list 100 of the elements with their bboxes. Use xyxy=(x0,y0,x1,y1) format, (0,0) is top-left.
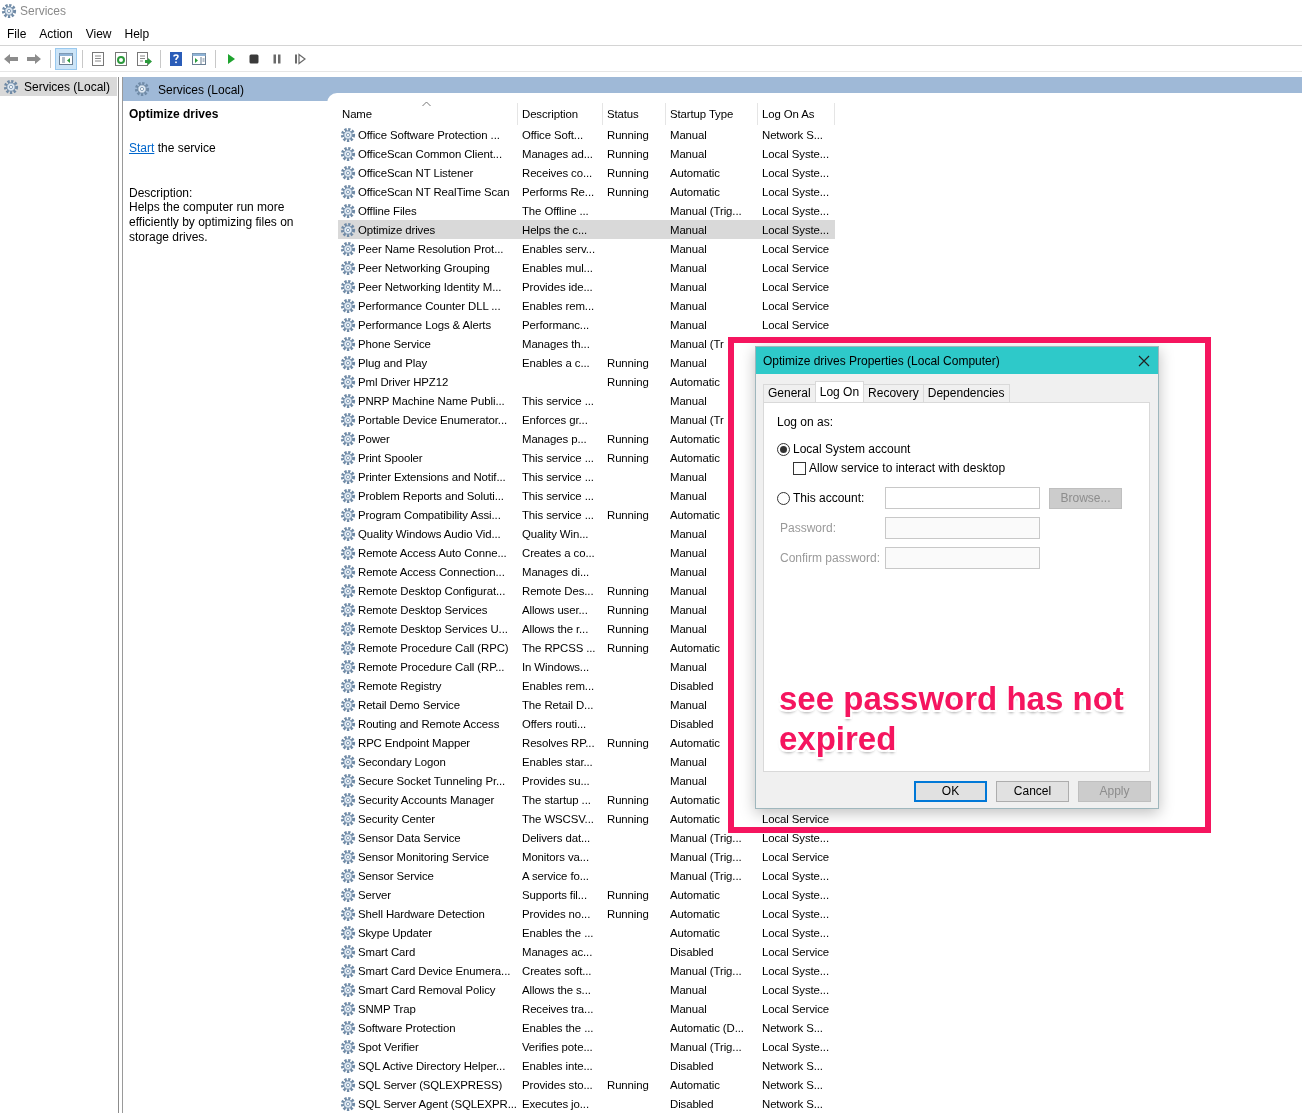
table-row[interactable]: Remote Registry Enables rem... Disabled xyxy=(338,676,726,695)
table-row[interactable]: Sensor Data Service Delivers dat... Manual (Trig... Local Syste... xyxy=(338,828,835,847)
table-row[interactable]: Shell Hardware Detection Provides no... Running Automatic Local Syste... xyxy=(338,904,835,923)
table-row[interactable]: Remote Procedure Call (RP... In Windows... Manual xyxy=(338,657,726,676)
column-header[interactable]: Description xyxy=(518,103,603,125)
table-cell: Security Center xyxy=(358,812,435,825)
table-row[interactable]: Secondary Logon Enables star... Manual xyxy=(338,752,726,771)
gear-icon xyxy=(340,392,356,409)
tree-item[interactable]: Services (Local) xyxy=(0,77,117,96)
table-row[interactable]: Remote Desktop Services Allows user... Running Manual xyxy=(338,600,726,619)
table-row[interactable]: Sensor Monitoring Service Monitors va... Manual (Trig... Local Service xyxy=(338,847,835,866)
tab[interactable]: Recovery xyxy=(863,384,924,402)
table-row[interactable]: Retail Demo Service The Retail D... Manual xyxy=(338,695,726,714)
menu-item[interactable]: File xyxy=(1,24,33,43)
table-row[interactable]: Smart Card Removal Policy Allows the s... Manual Local Syste... xyxy=(338,980,835,999)
table-row[interactable]: Power Manages p... Running Automatic xyxy=(338,429,726,448)
table-row[interactable]: Remote Access Connection... Manages di... Manual xyxy=(338,562,726,581)
dialog-button[interactable]: OK xyxy=(914,781,987,802)
column-header[interactable]: Status xyxy=(603,103,666,125)
table-row[interactable]: Peer Name Resolution Prot... Enables serv... Manual Local Service xyxy=(338,239,835,258)
table-row[interactable]: OfficeScan NT RealTime Scan Performs Re... Running Automatic Local Syste... xyxy=(338,182,835,201)
gear-icon xyxy=(340,1038,356,1055)
table-row[interactable]: Smart Card Manages ac... Disabled Local Service xyxy=(338,942,835,961)
gear-icon xyxy=(340,810,356,827)
tab[interactable]: Dependencies xyxy=(922,384,1010,402)
table-cell: This service ... xyxy=(522,451,594,464)
password-field[interactable] xyxy=(885,517,1040,539)
table-row[interactable]: Server Supports fil... Running Automatic Local Syste... xyxy=(338,885,835,904)
table-row[interactable]: Remote Access Auto Conne... Creates a co... Manual xyxy=(338,543,726,562)
table-cell: Local Syste... xyxy=(762,964,829,977)
table-row[interactable]: Portable Device Enumerator... Enforces gr... Manual (Tr xyxy=(338,410,726,429)
table-row[interactable]: Security Center The WSCSV... Running Automatic Local Service xyxy=(338,809,835,828)
table-cell: Provides sto... xyxy=(522,1078,593,1091)
table-cell: Manual xyxy=(670,983,707,996)
table-cell: Plug and Play xyxy=(358,356,427,369)
table-cell: Manages p... xyxy=(522,432,587,445)
table-cell: Local Service xyxy=(762,261,830,274)
table-row[interactable]: Smart Card Device Enumera... Creates soft... Manual (Trig... Local Syste... xyxy=(338,961,835,980)
table-cell: PNRP Machine Name Publi... xyxy=(358,394,505,407)
table-row[interactable]: Peer Networking Grouping Enables mul... Manual Local Service xyxy=(338,258,835,277)
table-cell: Manual (Trig... xyxy=(670,964,742,977)
table-row[interactable]: Quality Windows Audio Vid... Quality Win... Manual xyxy=(338,524,726,543)
table-row[interactable]: SQL Active Directory Helper... Enables inte... Disabled Network S... xyxy=(338,1056,835,1075)
table-row[interactable]: Security Accounts Manager The startup ... Running Automatic xyxy=(338,790,726,809)
column-header[interactable]: Startup Type xyxy=(666,103,758,125)
table-row[interactable]: Spot Verifier Verifies pote... Manual (Trig... Local Syste... xyxy=(338,1037,835,1056)
gear-icon xyxy=(340,525,356,542)
table-row[interactable]: SQL Server Agent (SQLEXPR... Executes jo... Disabled Network S... xyxy=(338,1094,835,1113)
close-icon[interactable] xyxy=(1138,354,1150,367)
gear-icon xyxy=(340,696,356,713)
column-header[interactable]: Log On As xyxy=(758,103,835,125)
table-row[interactable]: Skype Updater Enables the ... Automatic Local Syste... xyxy=(338,923,835,942)
menu-item[interactable]: Action xyxy=(33,24,79,43)
table-row[interactable]: Program Compatibility Assi... This service ... Running Automatic xyxy=(338,505,726,524)
table-row[interactable]: Optimize drives Helps the c... Manual Local Syste... xyxy=(338,220,835,239)
table-row[interactable]: SQL Server (SQLEXPRESS) Provides sto... Running Automatic Network S... xyxy=(338,1075,835,1094)
table-row[interactable]: SNMP Trap Receives tra... Manual Local Service xyxy=(338,999,835,1018)
table-row[interactable]: RPC Endpoint Mapper Resolves RP... Running Automatic xyxy=(338,733,726,752)
table-row[interactable]: Print Spooler This service ... Running Automatic xyxy=(338,448,726,467)
start-link[interactable]: Start xyxy=(129,141,155,155)
table-row[interactable]: Software Protection Enables the ... Automatic (D... Network S... xyxy=(338,1018,835,1037)
table-row[interactable]: PNRP Machine Name Publi... This service ... Manual xyxy=(338,391,726,410)
table-row[interactable]: Remote Procedure Call (RPC) The RPCSS ... Running Automatic xyxy=(338,638,726,657)
table-row[interactable]: OfficeScan Common Client... Manages ad... Running Manual Local Syste... xyxy=(338,144,835,163)
table-cell: SNMP Trap xyxy=(358,1002,416,1015)
table-cell: Delivers dat... xyxy=(522,831,591,844)
table-row[interactable]: Remote Desktop Configurat... Remote Des... Running Manual xyxy=(338,581,726,600)
table-row[interactable]: Problem Reports and Soluti... This service ... Manual xyxy=(338,486,726,505)
column-header[interactable]: Name xyxy=(338,103,518,125)
table-cell: Manual (Trig... xyxy=(670,1040,742,1053)
table-row[interactable]: Performance Logs & Alerts Performanc... Manual Local Service xyxy=(338,315,835,334)
table-row[interactable]: Pml Driver HPZ12 Running Automatic xyxy=(338,372,726,391)
checkbox[interactable] xyxy=(793,461,806,475)
menu-item[interactable]: Help xyxy=(118,24,156,43)
menu-item[interactable]: View xyxy=(79,24,118,43)
account-field[interactable] xyxy=(885,487,1040,509)
table-row[interactable]: Printer Extensions and Notif... This service ... Manual xyxy=(338,467,726,486)
table-cell: Running xyxy=(607,812,649,825)
table-row[interactable]: Phone Service Manages th... Manual (Tr xyxy=(338,334,726,353)
table-cell: Pml Driver HPZ12 xyxy=(358,375,449,388)
table-row[interactable]: Plug and Play Enables a c... Running Manual xyxy=(338,353,726,372)
table-cell: Manual xyxy=(670,660,707,673)
table-cell: Automatic xyxy=(670,812,720,825)
table-row[interactable]: Offline Files The Offline ... Manual (Trig... Local Syste... xyxy=(338,201,835,220)
table-row[interactable]: Secure Socket Tunneling Pr... Provides su... Manual xyxy=(338,771,726,790)
table-row[interactable]: Peer Networking Identity M... Provides ide... Manual Local Service xyxy=(338,277,835,296)
table-cell: Software Protection xyxy=(358,1021,456,1034)
password-field[interactable] xyxy=(885,547,1040,569)
tab[interactable]: General xyxy=(763,384,816,402)
table-row[interactable]: Routing and Remote Access Offers routi... Disabled xyxy=(338,714,726,733)
gear-icon xyxy=(340,829,356,846)
table-row[interactable]: Remote Desktop Services U... Allows the r... Running Manual xyxy=(338,619,726,638)
dialog-button[interactable]: Cancel xyxy=(996,781,1069,802)
table-row[interactable]: OfficeScan NT Listener Receives co... Running Automatic Local Syste... xyxy=(338,163,835,182)
table-row[interactable]: Office Software Protection ... Office Soft... Running Manual Network S... xyxy=(338,125,835,144)
table-cell: This service ... xyxy=(522,394,594,407)
table-row[interactable]: Sensor Service A service fo... Manual (Trig... Local Syste... xyxy=(338,866,835,885)
console-tree-button[interactable] xyxy=(55,47,77,70)
table-row[interactable]: Performance Counter DLL ... Enables rem... Manual Local Service xyxy=(338,296,835,315)
tab[interactable]: Log On xyxy=(814,381,865,402)
